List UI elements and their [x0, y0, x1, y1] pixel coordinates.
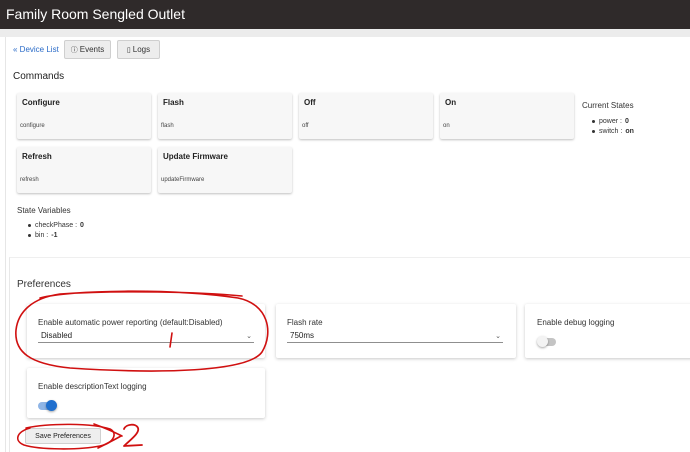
command-off[interactable]: Off off	[299, 93, 433, 139]
command-name: Update Firmware	[163, 152, 228, 161]
state-variable-value: -1	[51, 231, 58, 239]
command-argument: refresh	[20, 177, 39, 183]
page-title: Family Room Sengled Outlet	[6, 6, 185, 22]
command-argument: off	[302, 123, 309, 129]
bullet-icon	[592, 119, 595, 123]
title-bar: Family Room Sengled Outlet	[0, 0, 690, 29]
command-argument: updateFirmware	[161, 177, 205, 183]
power-reporting-label: Enable automatic power reporting (defaul…	[38, 318, 223, 327]
document-icon: ▯	[126, 46, 131, 54]
description-logging-label: Enable descriptionText logging	[38, 382, 147, 391]
command-argument: on	[443, 123, 450, 129]
power-reporting-select[interactable]: Disabled ⌄	[38, 329, 254, 343]
debug-logging-label: Enable debug logging	[537, 318, 615, 327]
command-argument: configure	[20, 123, 45, 129]
state-key: switch :	[599, 127, 623, 135]
flash-rate-select[interactable]: 750ms ⌄	[287, 329, 503, 343]
command-name: Off	[304, 98, 316, 107]
toggle-knob	[46, 400, 57, 411]
state-value: 0	[624, 117, 629, 125]
preferences-heading: Preferences	[17, 279, 71, 290]
state-variables-heading: State Variables	[17, 206, 71, 215]
command-refresh[interactable]: Refresh refresh	[17, 147, 151, 193]
description-logging-toggle[interactable]	[38, 400, 57, 411]
command-name: Refresh	[22, 152, 52, 161]
bullet-icon	[28, 223, 31, 227]
flash-rate-value: 750ms	[290, 331, 315, 340]
state-variable-item: bin : -1	[28, 230, 84, 240]
state-item: switch : on	[592, 126, 634, 136]
events-button[interactable]: ⓘ Events	[64, 40, 111, 59]
save-preferences-button[interactable]: Save Preferences	[25, 428, 101, 444]
state-variable-key: checkPhase :	[35, 221, 78, 229]
state-variable-key: bin :	[35, 231, 49, 239]
chevron-down-icon: ⌄	[246, 332, 252, 340]
bullet-icon	[28, 233, 31, 237]
state-value: on	[625, 127, 634, 135]
state-variable-value: 0	[80, 221, 84, 229]
bullet-icon	[592, 129, 595, 133]
command-name: Configure	[22, 98, 60, 107]
state-variable-item: checkPhase : 0	[28, 220, 84, 230]
command-argument: flash	[161, 123, 174, 129]
state-item: power : 0	[592, 116, 634, 126]
command-configure[interactable]: Configure configure	[17, 93, 151, 139]
description-logging-card	[27, 368, 265, 418]
commands-heading: Commands	[13, 71, 65, 82]
info-icon: ⓘ	[70, 46, 78, 54]
command-name: On	[445, 98, 457, 107]
debug-logging-card	[525, 304, 690, 358]
command-name: Flash	[163, 98, 184, 107]
device-list-link[interactable]: « Device List	[13, 45, 59, 54]
command-on[interactable]: On on	[440, 93, 574, 139]
chevron-down-icon: ⌄	[495, 332, 501, 340]
state-variables-list: checkPhase : 0 bin : -1	[28, 220, 84, 240]
state-key: power :	[599, 117, 622, 125]
current-states-heading: Current States	[582, 101, 634, 110]
command-flash[interactable]: Flash flash	[158, 93, 292, 139]
flash-rate-label: Flash rate	[287, 318, 323, 327]
command-update-firmware[interactable]: Update Firmware updateFirmware	[158, 147, 292, 193]
power-reporting-value: Disabled	[41, 331, 73, 340]
toggle-knob	[537, 336, 548, 347]
current-states-list: power : 0 switch : on	[592, 116, 634, 136]
logs-button-label: Logs	[132, 45, 151, 54]
header-divider	[0, 29, 690, 37]
debug-logging-toggle[interactable]	[537, 336, 556, 347]
events-button-label: Events	[79, 45, 105, 54]
logs-button[interactable]: ▯ Logs	[117, 40, 160, 59]
